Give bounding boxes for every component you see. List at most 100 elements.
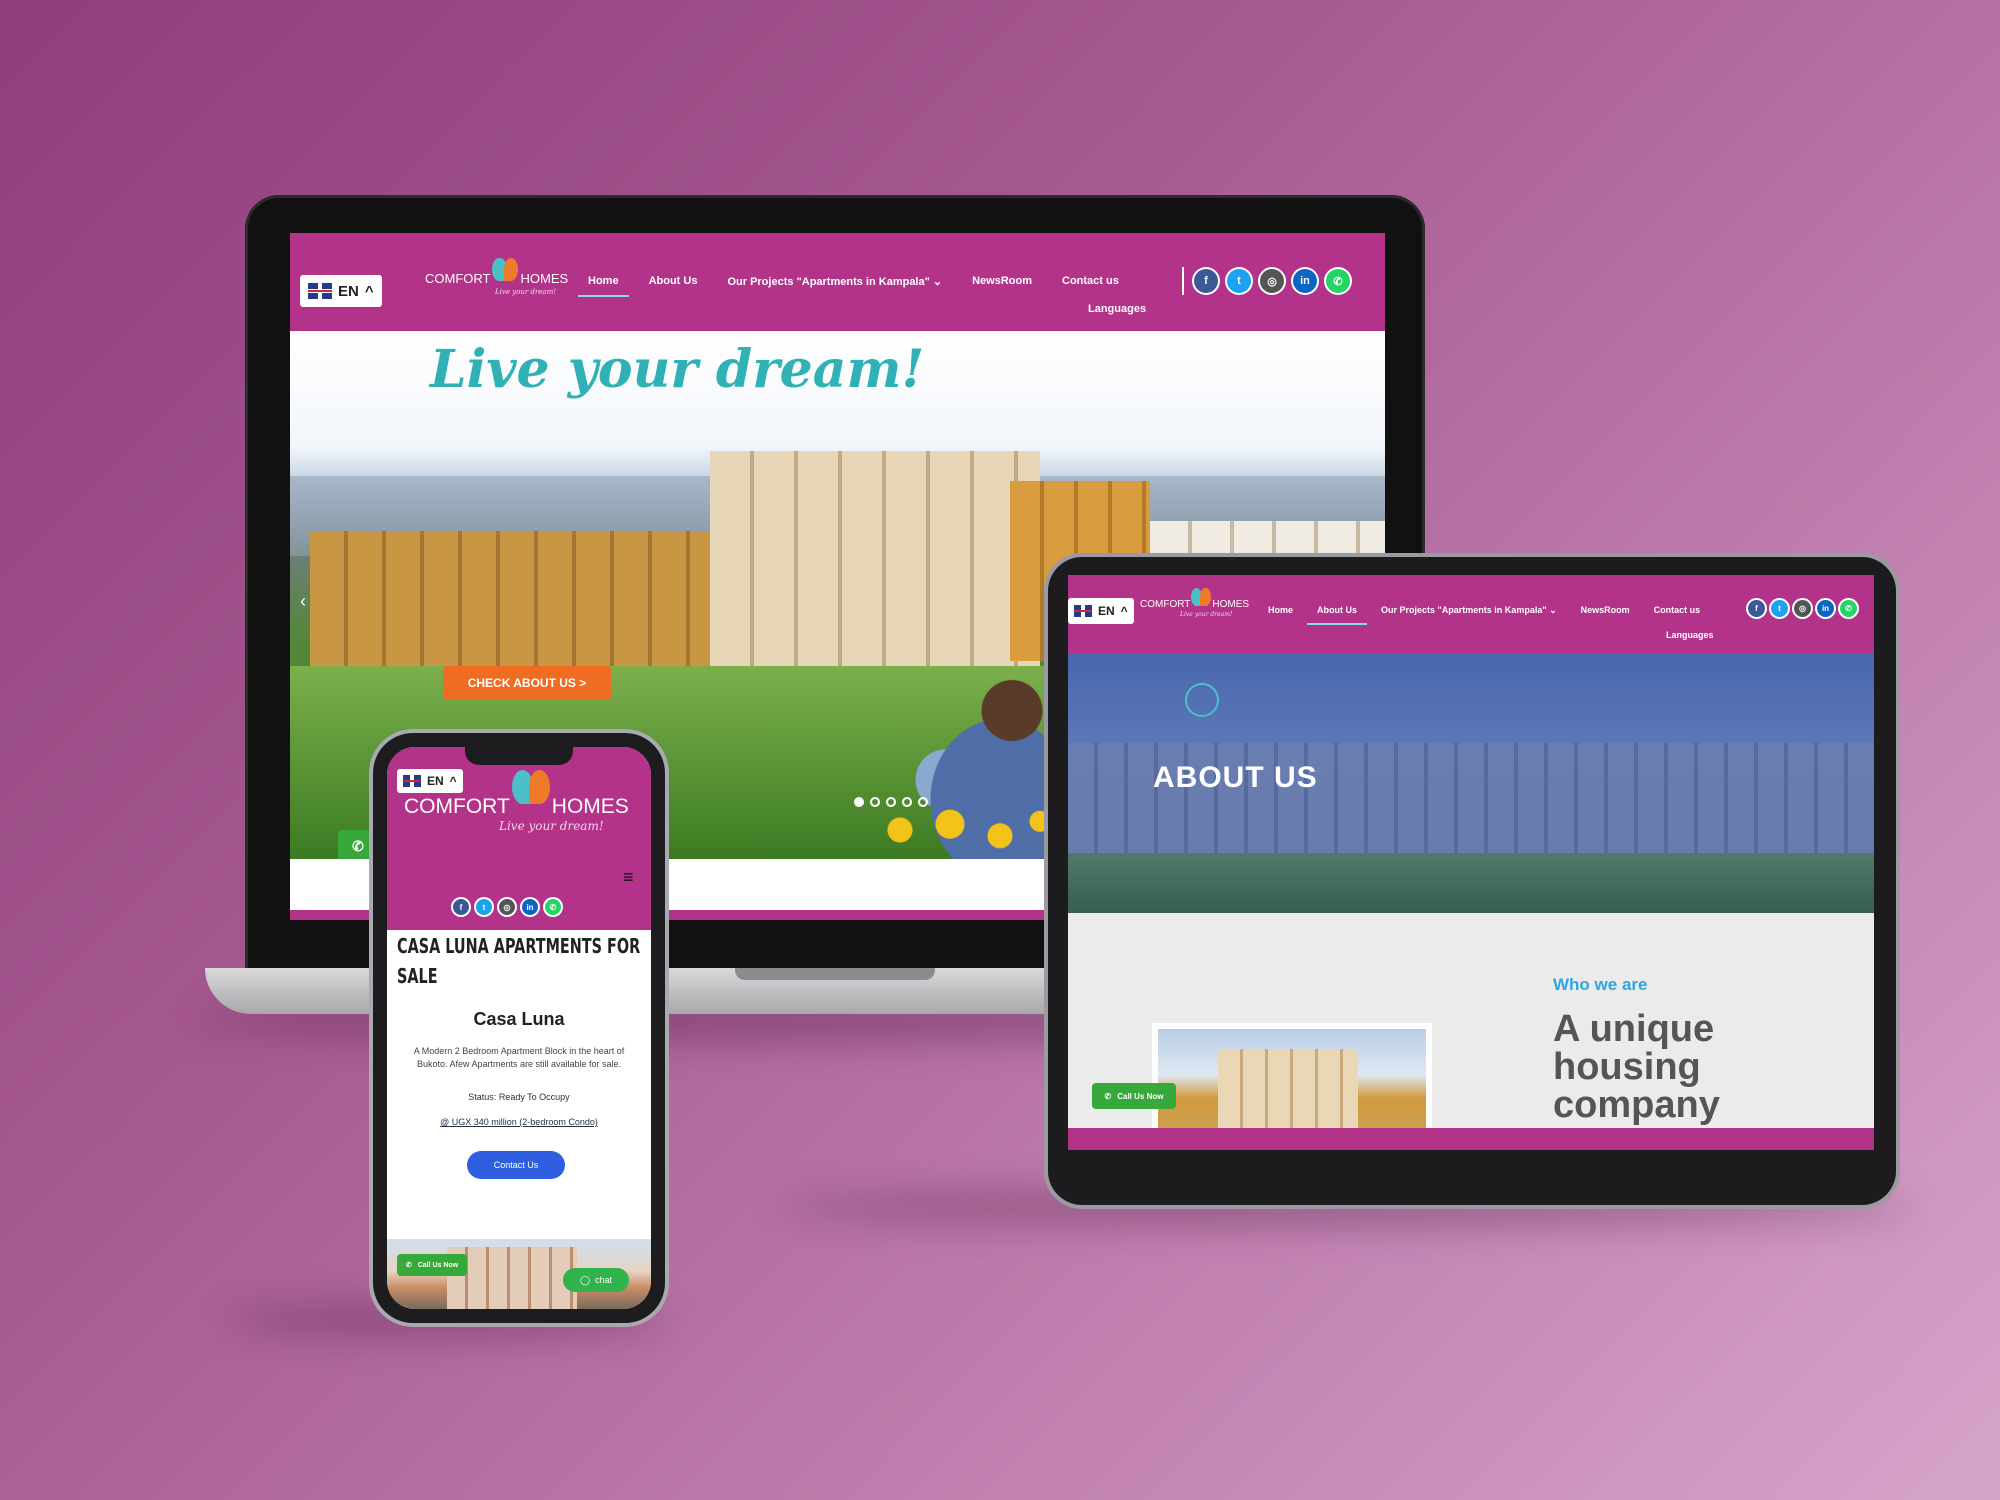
whatsapp-icon[interactable]: ✆ [1326,269,1350,293]
uk-flag-icon [1074,605,1092,617]
nav-contact[interactable]: Contact us [1062,275,1119,288]
tablet-brand-logo[interactable]: COMFORT HOMES Live your dream! [1140,587,1249,618]
nav-projects[interactable]: Our Projects "Apartments in Kampala" ⌄ [727,275,942,288]
nav-contact[interactable]: Contact us [1654,605,1701,616]
about-hero-banner: ABOUT US [1068,653,1874,913]
phone-icon: ✆ [1104,1091,1112,1101]
chevron-down-icon: ⌄ [932,276,943,288]
brand-logo[interactable]: COMFORT HOMES Live your dream! [425,257,568,296]
call-us-now-label: Call Us Now [417,1261,459,1269]
phone-language-selector[interactable]: EN ^ [397,769,463,793]
slider-dot[interactable] [902,797,912,807]
language-code: EN [1098,604,1115,618]
nav-divider [1182,267,1184,295]
language-selector[interactable]: EN ^ [300,275,382,307]
contact-us-button[interactable]: Contact Us [467,1151,565,1179]
main-menu: Home About Us Our Projects "Apartments i… [578,275,1119,297]
instagram-icon[interactable]: ◎ [499,899,515,915]
apartment-block-center [710,451,1040,681]
heart-logo-icon [512,770,550,810]
nav-home[interactable]: Home [578,275,628,297]
linkedin-icon[interactable]: in [522,899,538,915]
slider-dot[interactable] [854,797,864,807]
property-title-line-2: SALE [397,964,438,988]
headline-line-2: housing [1553,1046,1701,1088]
apartment-photo [1158,1029,1426,1144]
tablet-navbar: EN ^ COMFORT HOMES Live your dream! Home… [1068,575,1874,653]
whatsapp-icon[interactable]: ✆ [545,899,561,915]
twitter-icon[interactable]: t [476,899,492,915]
who-we-are-kicker: Who we are [1553,975,1648,994]
property-price-link[interactable]: @ UGX 340 million (2-bedroom Condo) [387,1117,651,1127]
tablet-screen: EN ^ COMFORT HOMES Live your dream! Home… [1068,575,1874,1150]
slider-dot[interactable] [918,797,928,807]
uk-flag-icon [308,283,332,299]
laptop-navbar: EN ^ COMFORT HOMES Live your dream! Home… [290,233,1385,331]
property-title-line-1: CASA LUNA APARTMENTS FOR [397,934,641,958]
whatsapp-chat-button[interactable]: ◯ chat [563,1268,629,1292]
facebook-icon[interactable]: f [453,899,469,915]
facebook-icon[interactable]: f [1748,600,1765,617]
linkedin-icon[interactable]: in [1817,600,1834,617]
laptop-notch [735,968,935,980]
caret-up-icon: ^ [449,774,457,788]
phone-call-us-now-button[interactable]: ✆ Call Us Now [397,1254,467,1276]
logo-text-left: COMFORT [404,795,510,818]
nav-about[interactable]: About Us [649,275,698,288]
social-links: f t ◎ in ✆ [1748,600,1857,617]
chat-label: chat [595,1275,613,1285]
about-badge-icon [1185,683,1219,717]
nav-newsroom[interactable]: NewsRoom [972,275,1032,288]
slider-dot[interactable] [870,797,880,807]
language-code: EN [338,282,359,300]
linkedin-icon[interactable]: in [1293,269,1317,293]
phone-icon: ✆ [405,1262,412,1269]
instagram-icon[interactable]: ◎ [1794,600,1811,617]
tablet-main-menu: Home About Us Our Projects "Apartments i… [1268,605,1701,625]
language-code: EN [427,774,444,788]
check-about-us-button[interactable]: CHECK ABOUT US > [443,666,611,700]
logo-text-right: HOMES [551,795,629,818]
caret-up-icon: ^ [364,282,374,300]
tablet-bottom-bar [1068,1128,1874,1150]
whatsapp-icon[interactable]: ✆ [1840,600,1857,617]
nav-projects[interactable]: Our Projects "Apartments in Kampala" ⌄ [1381,605,1557,616]
nav-newsroom[interactable]: NewsRoom [1581,605,1630,616]
property-status: Status: Ready To Occupy [468,1092,570,1102]
whatsapp-icon: ◯ [579,1274,591,1285]
slider-dots [854,797,928,807]
caret-up-icon: ^ [1120,604,1128,618]
logo-tagline: Live your dream! [499,819,604,833]
headline-line-1: A unique [1553,1008,1715,1050]
nav-projects-label: Our Projects "Apartments in Kampala" [727,276,930,288]
phone-brand-logo[interactable]: COMFORT HOMES Live your dream! [404,770,629,833]
nav-projects-label: Our Projects "Apartments in Kampala" [1381,605,1547,615]
uk-flag-icon [403,775,421,787]
nav-languages[interactable]: Languages [1088,303,1146,315]
tablet-language-selector[interactable]: EN ^ [1068,598,1134,624]
heart-logo-icon [492,257,519,286]
hero-title: Live your dream! [430,339,925,400]
apartment-block-left [310,531,730,671]
twitter-icon[interactable]: t [1227,269,1251,293]
phone-screen: EN ^ COMFORT HOMES Live your dream! ≡ ft… [387,747,651,1309]
tablet-call-us-now-button[interactable]: ✆ Call Us Now [1092,1083,1176,1109]
logo-tagline: Live your dream! [1180,611,1233,618]
nav-about[interactable]: About Us [1307,605,1368,625]
logo-text-left: COMFORT [425,271,491,286]
twitter-icon[interactable]: t [1771,600,1788,617]
phone-notch [465,747,573,765]
nav-home[interactable]: Home [1268,605,1293,616]
laptop-call-button[interactable]: ✆ [338,830,378,862]
property-description: A Modern 2 Bedroom Apartment Block in th… [413,1046,625,1069]
logo-text-left: COMFORT [1140,599,1191,610]
slider-prev-arrow[interactable]: ‹ [300,591,306,612]
instagram-icon[interactable]: ◎ [1260,269,1284,293]
facebook-icon[interactable]: f [1194,269,1218,293]
phone-navbar: EN ^ COMFORT HOMES Live your dream! ≡ ft… [387,747,651,930]
call-us-now-label: Call Us Now [1117,1091,1164,1101]
nav-languages[interactable]: Languages [1666,630,1714,640]
slider-dot[interactable] [886,797,896,807]
sunflowers [860,801,1060,859]
hamburger-menu-icon[interactable]: ≡ [623,867,634,888]
